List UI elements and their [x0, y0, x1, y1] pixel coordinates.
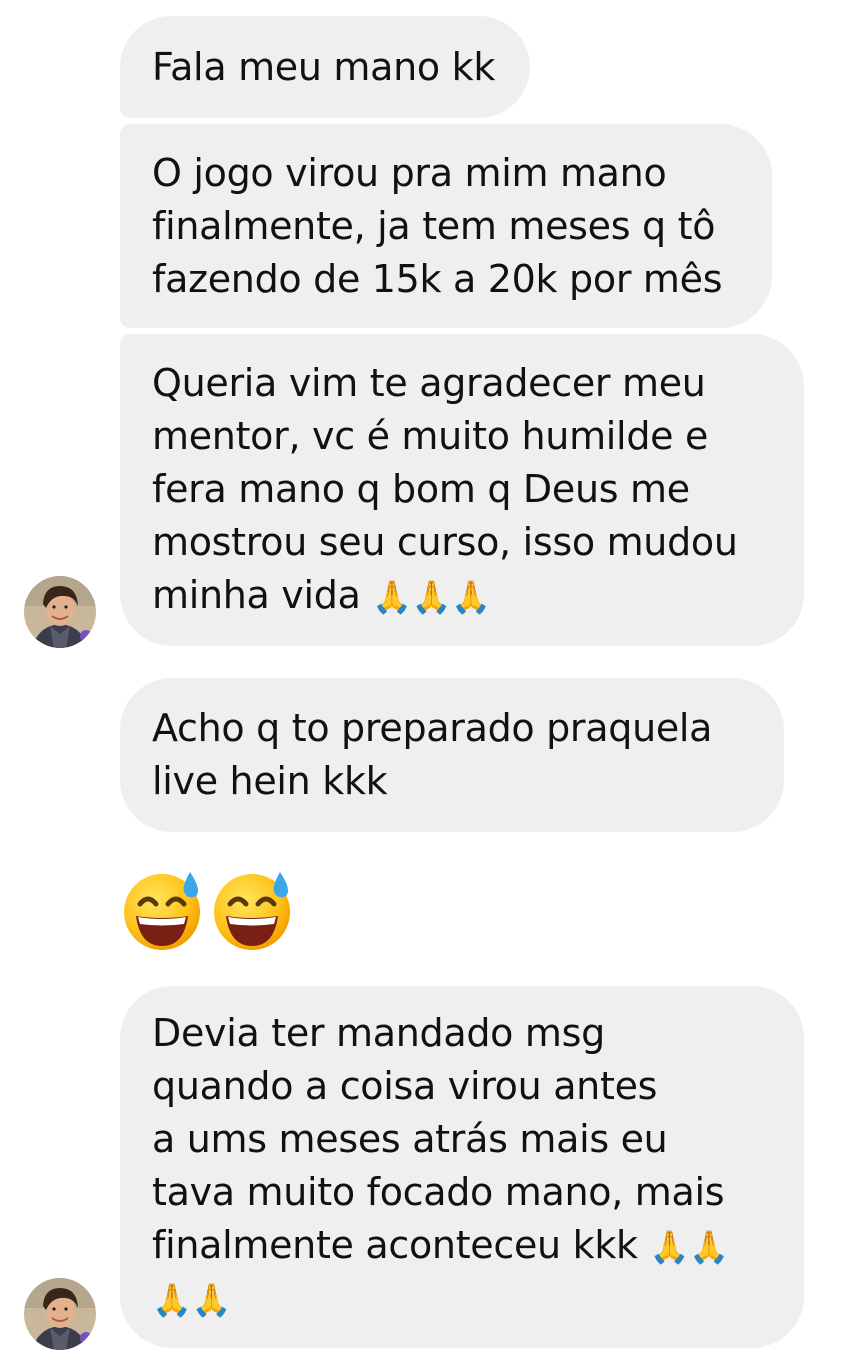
- message-text: minha vida: [152, 572, 361, 617]
- message-text: finalmente aconteceu kkk: [152, 1223, 638, 1267]
- emoji-message[interactable]: [120, 866, 296, 952]
- sender-avatar[interactable]: [24, 576, 96, 648]
- message-text: live hein kkk: [152, 759, 388, 803]
- message-text: mostrou seu curso, isso mudou: [152, 519, 738, 564]
- sender-avatar[interactable]: [24, 1278, 96, 1350]
- message-text: Queria vim te agradecer meu: [152, 360, 706, 405]
- avatar-image: [24, 1278, 96, 1350]
- message-text: a ums meses atrás mais eu: [152, 1117, 668, 1161]
- message-text: Acho q to preparado praquela: [152, 706, 713, 750]
- message-bubble-3[interactable]: Queria vim te agradecer meu mentor, vc é…: [120, 334, 804, 646]
- message-text: finalmente, ja tem meses q tô: [152, 203, 716, 248]
- message-text: mentor, vc é muito humilde e: [152, 413, 709, 458]
- folded-hands-icon: 🙏🙏🙏: [372, 577, 491, 616]
- message-text: tava muito focado mano, mais: [152, 1170, 725, 1214]
- message-text: quando a coisa virou antes: [152, 1064, 658, 1108]
- message-text-with-emoji: minha vida 🙏🙏🙏: [152, 569, 772, 624]
- grinning-face-with-sweat-icon: [124, 872, 200, 950]
- message-text-with-emoji: finalmente aconteceu kkk 🙏🙏: [152, 1219, 772, 1274]
- avatar-image: [24, 576, 96, 648]
- message-bubble-2[interactable]: O jogo virou pra mim mano finalmente, ja…: [120, 124, 772, 328]
- message-text: fera mano q bom q Deus me: [152, 466, 690, 511]
- folded-hands-icon: 🙏🙏: [152, 1281, 232, 1319]
- message-text: Fala meu mano kk: [152, 44, 496, 89]
- message-bubble-6[interactable]: Devia ter mandado msg quando a coisa vir…: [120, 986, 804, 1348]
- grinning-face-with-sweat-icon: [214, 872, 290, 950]
- folded-hands-icon: 🙏🙏: [649, 1228, 729, 1266]
- message-bubble-4[interactable]: Acho q to preparado praquela live hein k…: [120, 678, 784, 832]
- message-text: O jogo virou pra mim mano: [152, 150, 667, 195]
- message-text: fazendo de 15k a 20k por mês: [152, 256, 723, 301]
- message-bubble-1[interactable]: Fala meu mano kk: [120, 16, 530, 118]
- message-text: Devia ter mandado msg: [152, 1011, 605, 1055]
